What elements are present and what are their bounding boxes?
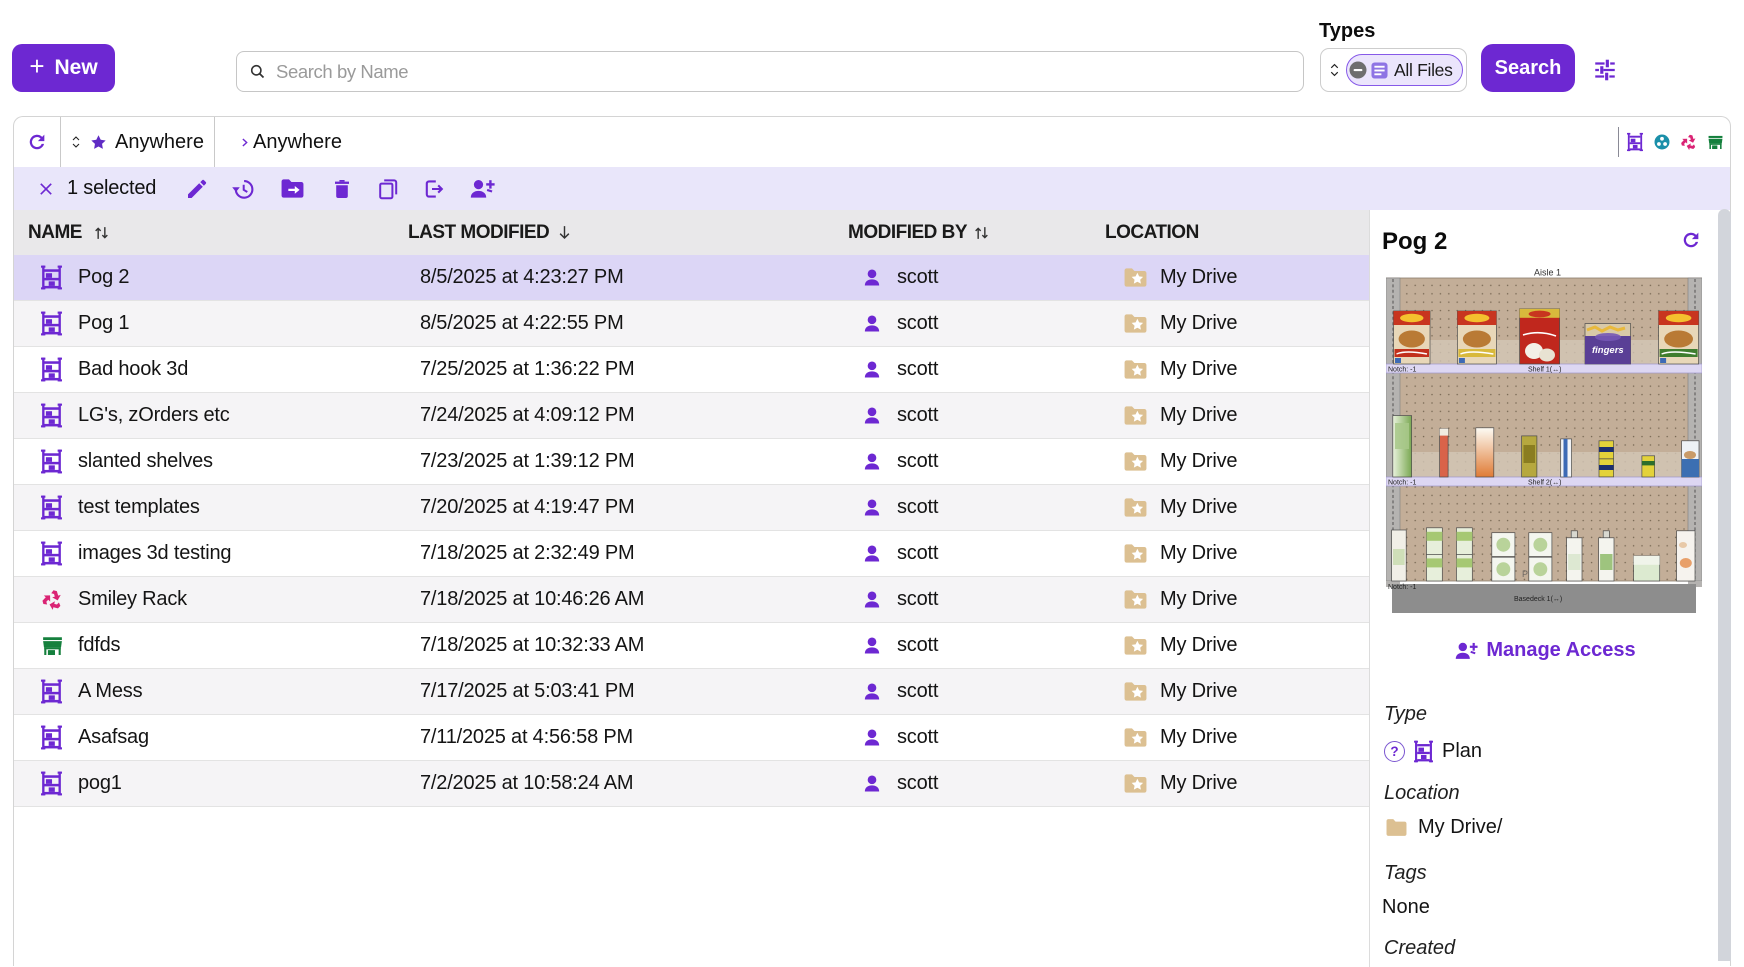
svg-text:Aisle 1: Aisle 1 — [1534, 268, 1561, 278]
svg-text:Shelf 1(↔): Shelf 1(↔) — [1528, 367, 1561, 374]
svg-text:Shelf 2(↔): Shelf 2(↔) — [1528, 480, 1561, 487]
svg-text:Basedeck 1(↔): Basedeck 1(↔) — [1514, 596, 1562, 603]
svg-text:Notch: -1: Notch: -1 — [1388, 480, 1417, 487]
svg-text:Notch: -1: Notch: -1 — [1388, 367, 1417, 374]
svg-text:Notch: -1: Notch: -1 — [1388, 584, 1417, 591]
svg-text:fingers: fingers — [1592, 345, 1624, 356]
